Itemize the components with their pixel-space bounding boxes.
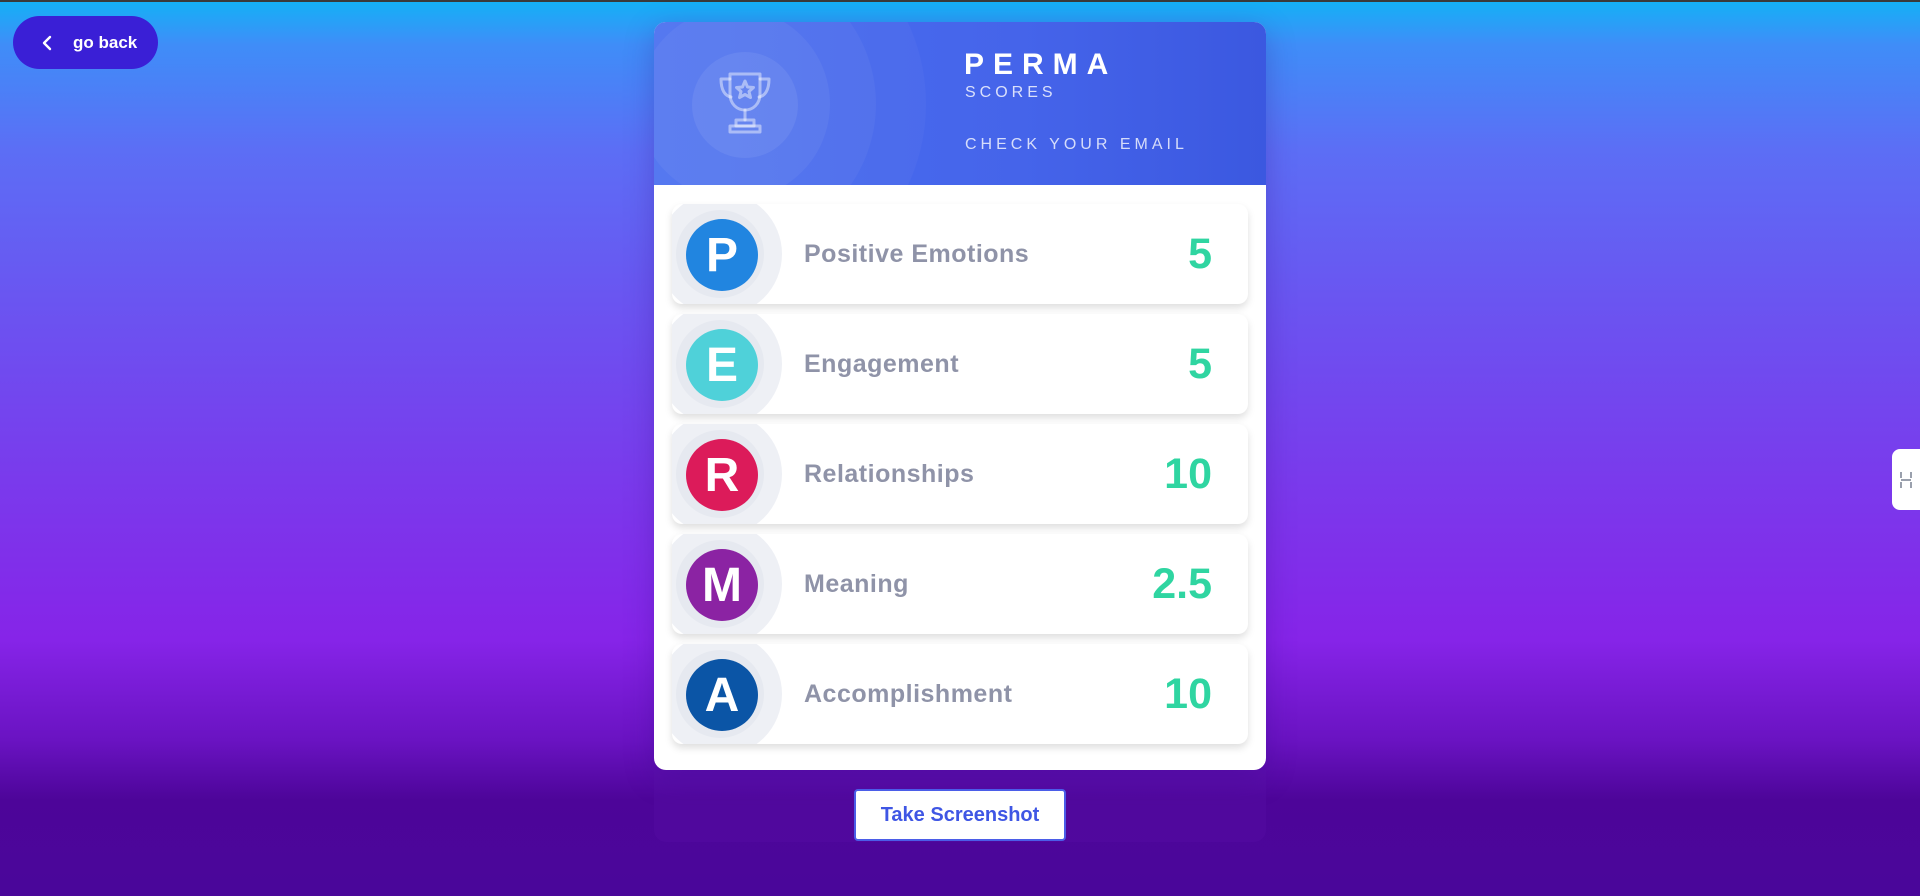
score-value: 10 bbox=[1164, 449, 1212, 498]
score-row-meaning: M Meaning 2.5 bbox=[672, 534, 1248, 634]
score-label: Engagement bbox=[804, 349, 960, 378]
card-subtitle: SCORES bbox=[965, 84, 1057, 101]
score-value: 5 bbox=[1188, 339, 1212, 388]
go-back-label: go back bbox=[73, 32, 138, 52]
take-screenshot-button[interactable]: Take Screenshot bbox=[854, 789, 1066, 841]
score-list: P Positive Emotions 5 E Engagement 5 R R… bbox=[672, 204, 1248, 754]
letter-badge: A bbox=[686, 659, 758, 731]
score-label: Relationships bbox=[804, 459, 975, 488]
score-row-relationships: R Relationships 10 bbox=[672, 424, 1248, 524]
go-back-button[interactable]: go back bbox=[13, 16, 158, 69]
card-header: PERMA SCORES CHECK YOUR EMAIL bbox=[654, 22, 1266, 185]
score-row-engagement: E Engagement 5 bbox=[672, 314, 1248, 414]
email-note: CHECK YOUR EMAIL bbox=[965, 136, 1188, 153]
trophy-icon bbox=[719, 72, 771, 134]
card-title: PERMA bbox=[964, 48, 1118, 81]
perma-scores-card: PERMA SCORES CHECK YOUR EMAIL P Positive… bbox=[654, 22, 1266, 770]
score-row-positive-emotions: P Positive Emotions 5 bbox=[672, 204, 1248, 304]
letter-badge: M bbox=[686, 549, 758, 621]
score-label: Positive Emotions bbox=[804, 239, 1030, 268]
score-value: 2.5 bbox=[1152, 559, 1212, 608]
score-label: Meaning bbox=[804, 569, 909, 598]
letter-badge: P bbox=[686, 219, 758, 291]
sidebar-toggle-icon bbox=[1900, 471, 1912, 488]
side-panel-tab[interactable] bbox=[1892, 449, 1920, 510]
chevron-left-icon bbox=[42, 35, 52, 50]
letter-badge: E bbox=[686, 329, 758, 401]
score-row-accomplishment: A Accomplishment 10 bbox=[672, 644, 1248, 744]
score-value: 10 bbox=[1164, 669, 1212, 718]
letter-badge: R bbox=[686, 439, 758, 511]
window-top-border bbox=[0, 0, 1920, 2]
score-value: 5 bbox=[1188, 229, 1212, 278]
score-label: Accomplishment bbox=[804, 679, 1013, 708]
